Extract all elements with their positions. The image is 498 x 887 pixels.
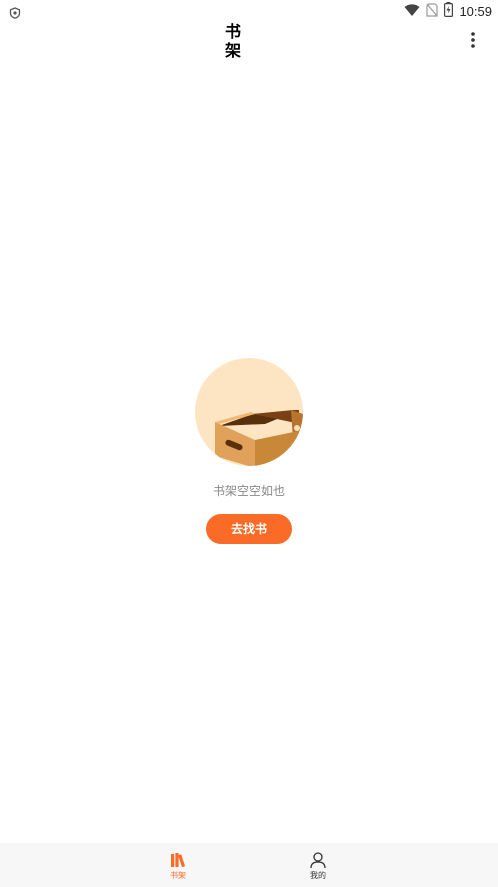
- more-options-button[interactable]: [465, 30, 481, 50]
- bookshelf-icon: [169, 851, 187, 869]
- app-header: 书架: [0, 22, 498, 66]
- bottom-nav: 书架 我的: [0, 843, 498, 887]
- empty-shelf-illustration: [195, 358, 303, 466]
- no-sim-icon: [426, 2, 439, 21]
- battery-charging-icon: [444, 1, 454, 21]
- find-books-button[interactable]: 去找书: [206, 514, 292, 544]
- nav-item-mine[interactable]: 我的: [298, 851, 338, 881]
- wifi-icon: [404, 2, 420, 21]
- more-vert-icon: [471, 32, 475, 48]
- status-bar: 10:59: [0, 0, 498, 22]
- nav-label-mine: 我的: [310, 871, 326, 880]
- empty-message: 书架空空如也: [212, 484, 285, 498]
- empty-box-icon: [215, 410, 303, 466]
- page-title: 书架: [224, 22, 241, 60]
- user-icon: [309, 851, 327, 869]
- status-time: 10:59: [459, 3, 492, 19]
- nav-label-bookshelf: 书架: [170, 871, 186, 880]
- shield-icon: [9, 4, 21, 19]
- nav-item-bookshelf[interactable]: 书架: [158, 851, 198, 881]
